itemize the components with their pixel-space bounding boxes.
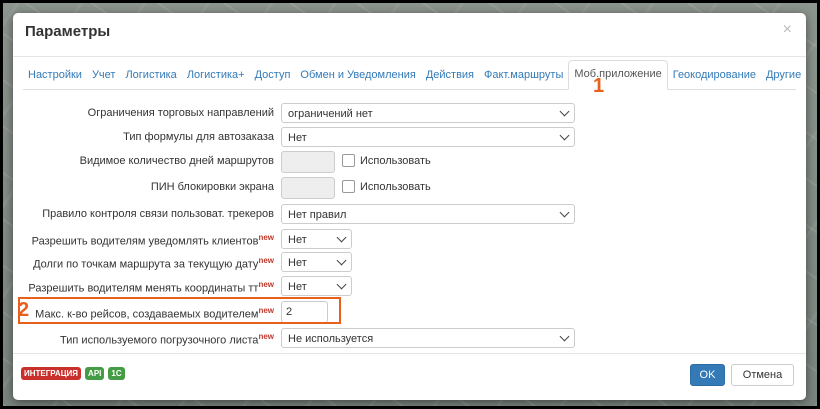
pin-input[interactable] (281, 177, 335, 199)
select-value: Не используется (288, 333, 374, 345)
form-row-trade: Ограничения торговых направлений огранич… (13, 103, 806, 127)
chevron-down-icon (559, 207, 570, 218)
use-checkbox-group: Использовать (342, 154, 431, 167)
select-value: Нет (288, 281, 307, 293)
field-label: Видимое количество дней маршрутов (79, 155, 274, 167)
dialog-title: Параметры (25, 23, 111, 40)
tab-mobile-app[interactable]: Моб.приложение (568, 60, 668, 90)
tab-other[interactable]: Другие (761, 62, 806, 89)
select-value: Нет правил (288, 209, 347, 221)
tab-logistics-plus[interactable]: Логистика+ (182, 62, 250, 89)
notify-clients-select[interactable]: Нет (281, 229, 352, 249)
tab-accounting[interactable]: Учет (87, 62, 121, 89)
new-badge: new (258, 233, 274, 242)
tab-actions[interactable]: Действия (421, 62, 479, 89)
close-icon[interactable]: × (783, 21, 792, 39)
checkbox-label: Использовать (360, 154, 431, 167)
form-row-trackers: Правило контроля связи пользоват. трекер… (13, 204, 806, 228)
annotation-highlight-box (18, 297, 341, 324)
ok-button[interactable]: OK (690, 364, 725, 386)
chevron-down-icon (336, 232, 347, 243)
field-label: Тип формулы для автозаказа (123, 131, 274, 143)
tracker-rule-select[interactable]: Нет правил (281, 204, 575, 224)
tab-bar: Настройки Учет Логистика Логистика+ Дост… (23, 55, 801, 90)
new-badge: new (258, 332, 274, 341)
loading-sheet-select[interactable]: Не используется (281, 328, 575, 348)
select-value: Нет (288, 234, 307, 246)
form-row-notify: Разрешить водителям уведомлять клиентовn… (13, 229, 806, 253)
chevron-down-icon (559, 106, 570, 117)
use-checkbox-group: Использовать (342, 180, 431, 193)
field-label: Ограничения торговых направлений (87, 107, 274, 119)
field-label: ПИН блокировки экрана (150, 181, 274, 193)
cancel-button[interactable]: Отмена (731, 364, 794, 386)
change-coords-select[interactable]: Нет (281, 276, 352, 296)
select-value: Нет (288, 132, 307, 144)
integration-badges: ИНТЕГРАЦИЯ API 1С (21, 367, 125, 380)
tab-settings[interactable]: Настройки (23, 62, 87, 89)
parameters-dialog: Параметры × Настройки Учет Логистика Лог… (13, 13, 806, 400)
new-badge: new (258, 280, 274, 289)
trade-restrictions-select[interactable]: ограничений нет (281, 103, 575, 123)
form-row-debts: Долги по точкам маршрута за текущую дату… (13, 252, 806, 276)
formula-type-select[interactable]: Нет (281, 127, 575, 147)
route-debts-select[interactable]: Нет (281, 252, 352, 272)
use-checkbox[interactable] (342, 180, 355, 193)
tab-logistics[interactable]: Логистика (120, 62, 181, 89)
api-badge: API (85, 367, 105, 380)
days-count-input[interactable] (281, 151, 335, 173)
tab-geocoding[interactable]: Геокодирование (668, 62, 761, 89)
chevron-down-icon (336, 255, 347, 266)
tab-actual-routes[interactable]: Факт.маршруты (479, 62, 568, 89)
form-row-sheet: Тип используемого погрузочного листаnew … (13, 328, 806, 352)
select-value: Нет (288, 257, 307, 269)
field-label: Тип используемого погрузочного листаnew (60, 332, 274, 347)
annotation-number-1: 1 (593, 75, 605, 97)
chevron-down-icon (559, 331, 570, 342)
tab-exchange[interactable]: Обмен и Уведомления (295, 62, 420, 89)
form-row-days: Видимое количество дней маршрутов Исполь… (13, 151, 806, 175)
use-checkbox[interactable] (342, 154, 355, 167)
select-value: ограничений нет (288, 108, 373, 120)
footer-divider (13, 353, 806, 354)
new-badge: new (258, 256, 274, 265)
integration-badge: ИНТЕГРАЦИЯ (21, 367, 82, 380)
field-label: Разрешить водителям менять координаты тт… (28, 280, 274, 295)
field-label: Долги по точкам маршрута за текущую дату… (33, 256, 274, 271)
field-label: Правило контроля связи пользоват. трекер… (42, 208, 274, 220)
tab-access[interactable]: Доступ (250, 62, 296, 89)
form-row-pin: ПИН блокировки экрана Использовать (13, 177, 806, 201)
form-row-formula: Тип формулы для автозаказа Нет (13, 127, 806, 151)
1c-badge: 1С (108, 367, 125, 380)
chevron-down-icon (336, 279, 347, 290)
annotation-number-2: 2 (18, 299, 30, 321)
checkbox-label: Использовать (360, 180, 431, 193)
chevron-down-icon (559, 130, 570, 141)
field-label: Разрешить водителям уведомлять клиентовn… (31, 233, 274, 248)
